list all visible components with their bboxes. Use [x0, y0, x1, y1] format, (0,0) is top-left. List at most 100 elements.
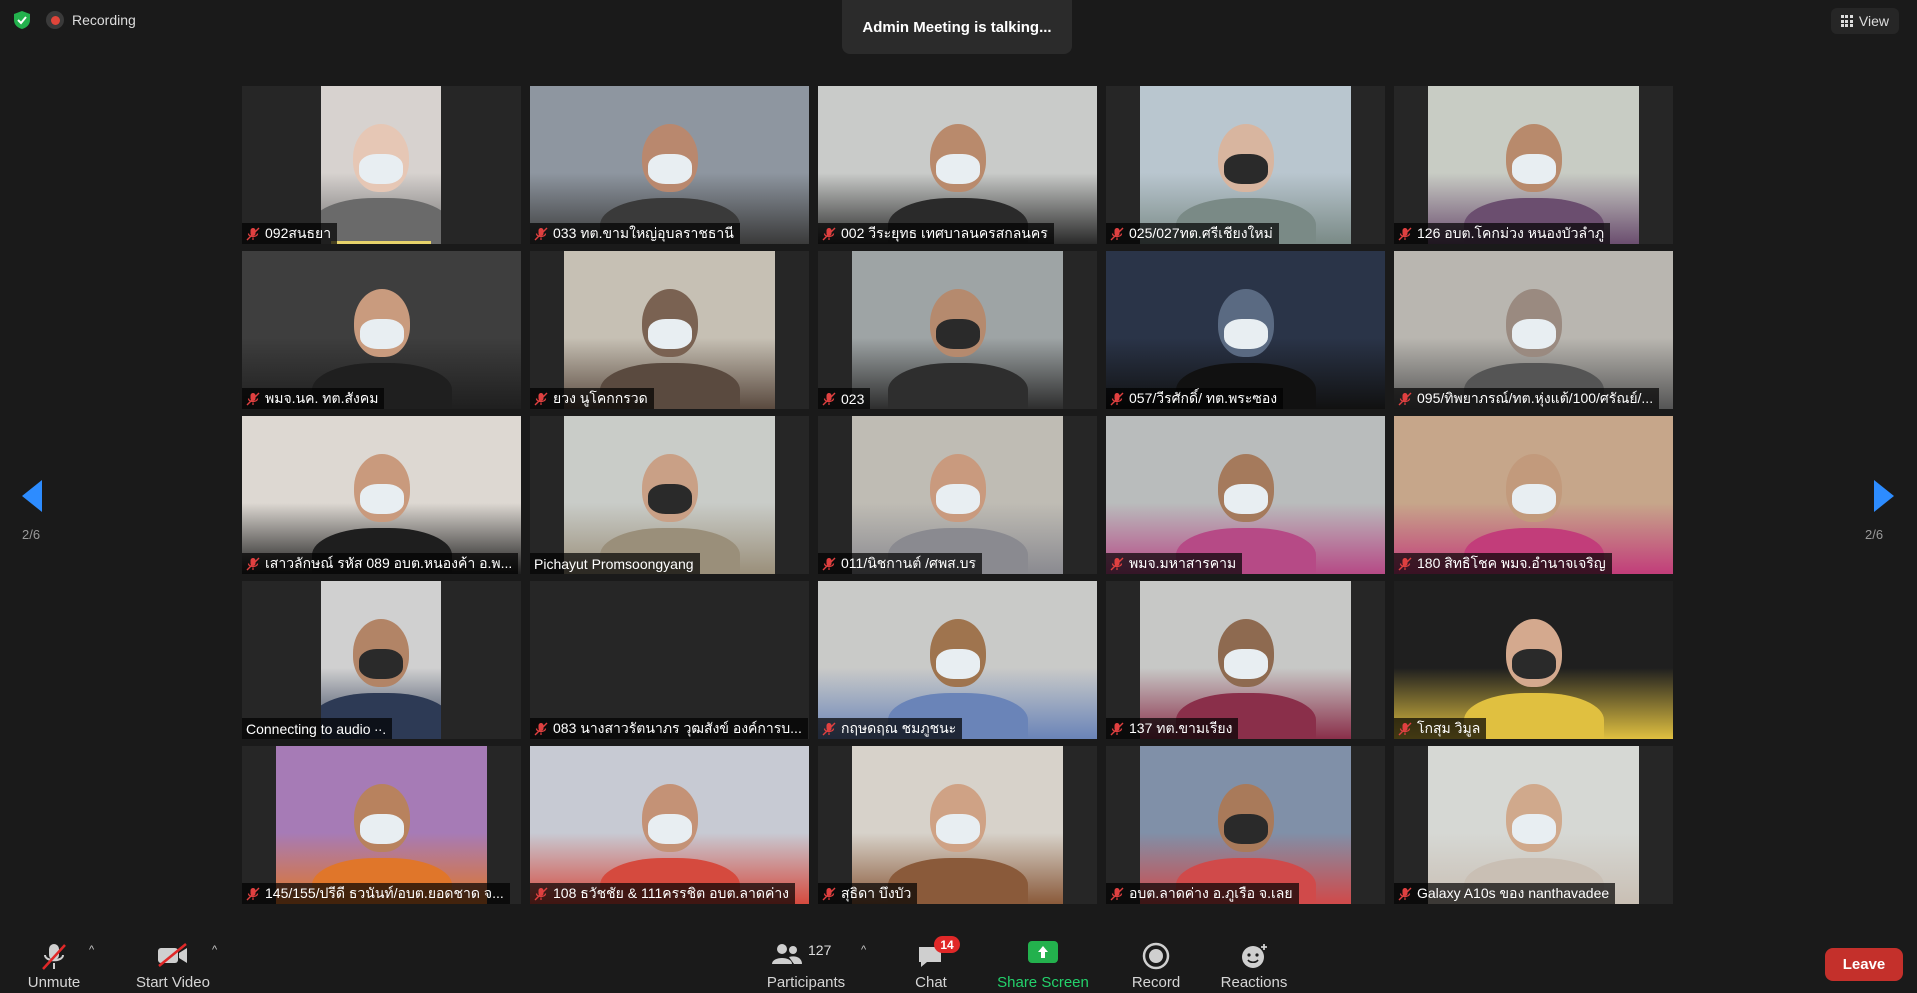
participant-tile[interactable]: พมจ.นค. ทต.สังคม — [242, 251, 521, 409]
participant-video — [530, 86, 809, 244]
participant-tile[interactable]: สุธิดา บึงบัว — [818, 746, 1097, 904]
participant-tile[interactable]: 083 นางสาวรัตนาภร วุฒสังข์ องค์การบ... — [530, 581, 809, 739]
participant-name-bar: 145/155/ปรีดี ธวนันท์/อบต.ยอดชาด จ... — [242, 883, 510, 904]
video-off-icon — [158, 943, 187, 967]
participant-tile[interactable]: 095/ทิพยาภรณ์/ทต.หุ่งแต้/100/ศรัณย์/... — [1394, 251, 1673, 409]
participant-tile[interactable]: 011/นิชกานต์ /ศพส.บร — [818, 416, 1097, 574]
face-mask — [647, 484, 692, 514]
record-button[interactable]: Record — [1128, 932, 1184, 993]
chat-button[interactable]: 14 Chat — [908, 932, 960, 993]
face-mask — [935, 649, 980, 679]
face-mask — [359, 649, 403, 679]
face-mask — [935, 154, 980, 184]
participant-tile[interactable]: 002 วีระยุทธ เทศบาลนครสกลนคร — [818, 86, 1097, 244]
chat-label: Chat — [915, 974, 947, 991]
participant-tile[interactable]: Connecting to audio ∙∙. — [242, 581, 521, 739]
participant-name-bar: 025/027ทต.ศรีเชียงใหม่ — [1106, 223, 1279, 244]
participant-tile[interactable]: 033 ทต.ขามใหญ่อุบลราชธานี — [530, 86, 809, 244]
mic-muted-icon — [1110, 392, 1124, 405]
participant-name-bar: 180 สิทธิโชค พมจ.อำนาจเจริญ — [1394, 553, 1612, 574]
participant-name-bar: Connecting to audio ∙∙. — [242, 718, 393, 739]
participants-button[interactable]: 127 Participants — [756, 932, 856, 993]
mic-muted-icon — [534, 722, 548, 735]
participant-name: โกสุม วิมูล — [1417, 719, 1481, 736]
participant-body — [887, 363, 1028, 409]
start-video-button[interactable]: Start Video — [130, 932, 216, 993]
reactions-label: Reactions — [1220, 974, 1288, 991]
participant-video — [1140, 746, 1351, 904]
share-screen-button[interactable]: Share Screen — [996, 932, 1090, 993]
participant-video — [276, 746, 487, 904]
zoom-meeting-window: Recording Admin Meeting is talking... Vi… — [0, 0, 1917, 993]
participant-tile[interactable]: 145/155/ปรีดี ธวนันท์/อบต.ยอดชาด จ... — [242, 746, 521, 904]
participant-name-bar: 137 ทต.ขามเรียง — [1106, 718, 1239, 739]
mic-muted-icon — [534, 392, 548, 405]
mic-muted-icon — [1110, 887, 1124, 900]
participant-name-bar: 083 นางสาวรัตนาภร วุฒสังข์ องค์การบ... — [530, 718, 808, 739]
participant-name-bar: โกสุม วิมูล — [1394, 718, 1487, 739]
participant-video — [1394, 251, 1673, 409]
unmute-button[interactable]: Unmute — [22, 932, 86, 993]
previous-page-arrow-icon[interactable] — [18, 476, 48, 516]
mic-muted-icon — [246, 887, 260, 900]
participant-name-bar: ยวง นูโคกกรวด — [530, 388, 654, 409]
participant-name: พมจ.มหาสารคาม — [1129, 554, 1237, 571]
face-mask — [647, 154, 692, 184]
face-mask — [359, 484, 404, 514]
view-button[interactable]: View — [1830, 8, 1899, 34]
participant-tile[interactable]: โกสุม วิมูล — [1394, 581, 1673, 739]
participant-video — [564, 416, 775, 574]
participant-tile[interactable]: อบต.ลาดค่าง อ.ภูเรือ จ.เลย — [1106, 746, 1385, 904]
shield-icon[interactable] — [12, 10, 32, 30]
participant-count: 127 — [808, 942, 832, 958]
participant-video — [818, 86, 1097, 244]
participant-video — [1394, 416, 1673, 574]
reactions-button[interactable]: Reactions — [1220, 932, 1288, 993]
participant-video — [852, 746, 1063, 904]
participant-name-bar: 002 วีระยุทธ เทศบาลนครสกลนคร — [818, 223, 1054, 244]
mic-muted-icon — [534, 227, 548, 240]
mic-muted-icon — [822, 722, 836, 735]
participant-name: 126 อบต.โคกม่วง หนองบัวลำภู — [1417, 224, 1605, 241]
participant-video — [242, 416, 521, 574]
participant-tile[interactable]: 126 อบต.โคกม่วง หนองบัวลำภู — [1394, 86, 1673, 244]
participants-options-chevron-up-icon[interactable]: ^ — [861, 944, 866, 956]
participant-tile[interactable]: 023 — [818, 251, 1097, 409]
talking-banner: Admin Meeting is talking... — [842, 0, 1072, 54]
next-page-arrow-icon[interactable] — [1868, 476, 1898, 516]
face-mask — [1223, 154, 1268, 184]
face-mask — [647, 319, 692, 349]
participant-tile[interactable]: พมจ.มหาสารคาม — [1106, 416, 1385, 574]
participant-tile[interactable]: 025/027ทต.ศรีเชียงใหม่ — [1106, 86, 1385, 244]
participant-tile[interactable]: 137 ทต.ขามเรียง — [1106, 581, 1385, 739]
participant-name: Connecting to audio ∙∙. — [246, 720, 387, 737]
audio-options-chevron-up-icon[interactable]: ^ — [89, 944, 94, 956]
mic-muted-icon — [246, 392, 260, 405]
recording-indicator[interactable]: Recording — [46, 11, 136, 29]
page-indicator-right: 2/6 — [1865, 527, 1884, 542]
participant-tile[interactable]: 180 สิทธิโชค พมจ.อำนาจเจริญ — [1394, 416, 1673, 574]
participant-tile[interactable]: Pichayut Promsoongyang — [530, 416, 809, 574]
participant-video — [818, 581, 1097, 739]
leave-button[interactable]: Leave — [1825, 948, 1903, 981]
participant-tile[interactable]: เสาวลักษณ์ รหัส 089 อบต.หนองค้า อ.พ... — [242, 416, 521, 574]
participant-video — [564, 251, 775, 409]
mic-muted-icon — [1398, 557, 1412, 570]
participant-name: 095/ทิพยาภรณ์/ทต.หุ่งแต้/100/ศรัณย์/... — [1417, 389, 1654, 406]
participant-tile[interactable]: 057/วีรศักดิ์/ ทต.พระซอง — [1106, 251, 1385, 409]
participant-tile[interactable]: ยวง นูโคกกรวด — [530, 251, 809, 409]
participant-tile[interactable]: Galaxy A10s ของ nanthavadee — [1394, 746, 1673, 904]
participant-tile[interactable]: 108 ธวัชชัย & 111ครรชิต อบต.ลาดค่าง — [530, 746, 809, 904]
video-options-chevron-up-icon[interactable]: ^ — [212, 944, 217, 956]
participant-name: 083 นางสาวรัตนาภร วุฒสังข์ องค์การบ... — [553, 719, 802, 736]
participant-name: สุธิดา บึงบัว — [841, 884, 912, 901]
face-mask — [935, 484, 980, 514]
participant-tile[interactable]: 092สนธยา — [242, 86, 521, 244]
participant-tile[interactable]: กฤษดฤณ ชมภูชนะ — [818, 581, 1097, 739]
participant-name-bar: กฤษดฤณ ชมภูชนะ — [818, 718, 963, 739]
participants-icon — [772, 944, 802, 964]
participant-video — [1140, 86, 1351, 244]
smiley-plus-icon — [1242, 944, 1267, 968]
participant-video — [852, 251, 1063, 409]
participant-video — [852, 416, 1063, 574]
